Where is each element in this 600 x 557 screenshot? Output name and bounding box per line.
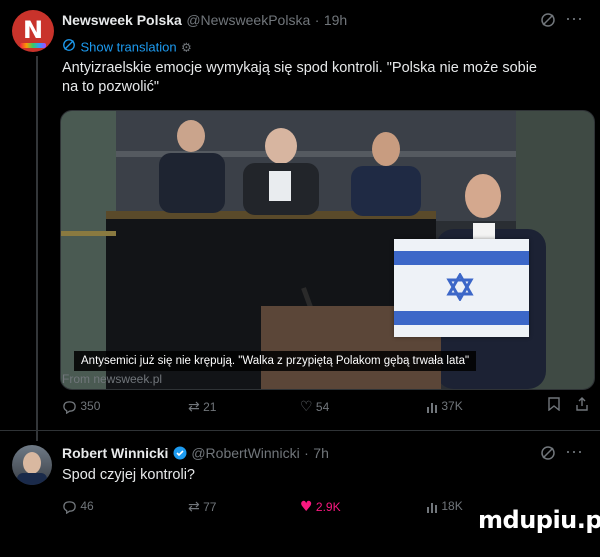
- views-icon: [426, 399, 438, 413]
- views-count-2: 18K: [441, 499, 463, 513]
- newsweek-avatar[interactable]: N: [12, 10, 54, 52]
- like-button[interactable]: ♡ 54: [300, 399, 329, 415]
- retweet-count-2: 77: [203, 500, 217, 514]
- retweet-button[interactable]: ⇄ 21: [188, 399, 216, 415]
- winnicki-avatar[interactable]: [12, 445, 52, 485]
- like-count: 54: [315, 400, 330, 414]
- share-button[interactable]: [575, 397, 589, 414]
- share-icon: [575, 397, 589, 414]
- retweet-button-2[interactable]: ⇄ 77: [188, 499, 216, 515]
- retweet-icon: ⇄: [188, 399, 200, 415]
- bookmark-button[interactable]: [548, 397, 560, 414]
- like-count-2: 2.9K: [315, 500, 341, 514]
- like-button-2[interactable]: ♥ 2.9K: [300, 499, 341, 515]
- reply-icon: [62, 399, 77, 414]
- tweet2-dot: ·: [304, 445, 309, 461]
- tweet1-header: Newsweek Polska @NewsweekPolska · 19h: [62, 12, 347, 30]
- tweet1-time[interactable]: 19h: [324, 12, 347, 28]
- reply-count: 350: [80, 399, 101, 413]
- tweet1-text-line1: Antyizraelskie emocje wymykają się spod …: [62, 60, 537, 76]
- tweet2-time[interactable]: 7h: [313, 445, 329, 461]
- media-caption: Antysemici już się nie krępują. "Walka z…: [74, 351, 477, 371]
- like-icon: ♡: [300, 399, 313, 415]
- tweet1-handle[interactable]: @NewsweekPolska: [186, 12, 310, 28]
- tweet1-dot: ·: [314, 12, 320, 28]
- translate-row: Show translation ⚙: [62, 38, 192, 57]
- tweet1-author-name[interactable]: Newsweek Polska: [62, 12, 182, 28]
- views-icon: [426, 499, 438, 513]
- tweet2-text: Spod czyjej kontroli?: [62, 467, 195, 483]
- translation-settings-icon[interactable]: ⚙: [181, 41, 192, 55]
- israeli-flag: [394, 239, 529, 337]
- reply-count-2: 46: [80, 499, 94, 513]
- grok-icon[interactable]: [540, 12, 556, 31]
- views-button-2[interactable]: 18K: [426, 499, 463, 513]
- reply-icon: [62, 499, 77, 514]
- media-source[interactable]: From newsweek.pl: [62, 372, 162, 386]
- views-button[interactable]: 37K: [426, 399, 463, 413]
- retweet-count: 21: [203, 400, 217, 414]
- thread-line: [36, 56, 38, 441]
- tweet2-author-name[interactable]: Robert Winnicki: [62, 445, 168, 461]
- show-translation-link[interactable]: Show translation: [80, 40, 176, 55]
- tweet2-handle[interactable]: @RobertWinnicki: [191, 445, 299, 461]
- more-icon-2[interactable]: ···: [565, 441, 583, 462]
- tweet1-text: Antyizraelskie emocje wymykają się spod …: [62, 59, 592, 97]
- verified-badge-icon: [173, 446, 187, 465]
- bookmark-icon: [548, 397, 560, 414]
- reply-button[interactable]: 350: [62, 399, 100, 414]
- like-icon-active: ♥: [300, 499, 313, 515]
- translate-icon: [62, 38, 76, 57]
- tweet1-media-card[interactable]: Antysemici już się nie krępują. "Walka z…: [60, 110, 595, 390]
- tweet1-text-line2: na to pozwolić": [62, 79, 160, 95]
- site-watermark: mdupiu.pl: [478, 506, 600, 534]
- tweet2-header: Robert Winnicki @RobertWinnicki · 7h: [62, 445, 329, 465]
- reply-button-2[interactable]: 46: [62, 499, 94, 514]
- retweet-icon: ⇄: [188, 499, 200, 515]
- views-count: 37K: [441, 399, 463, 413]
- grok-icon-2[interactable]: [540, 445, 556, 464]
- divider: [0, 430, 600, 431]
- more-icon[interactable]: ···: [565, 8, 583, 29]
